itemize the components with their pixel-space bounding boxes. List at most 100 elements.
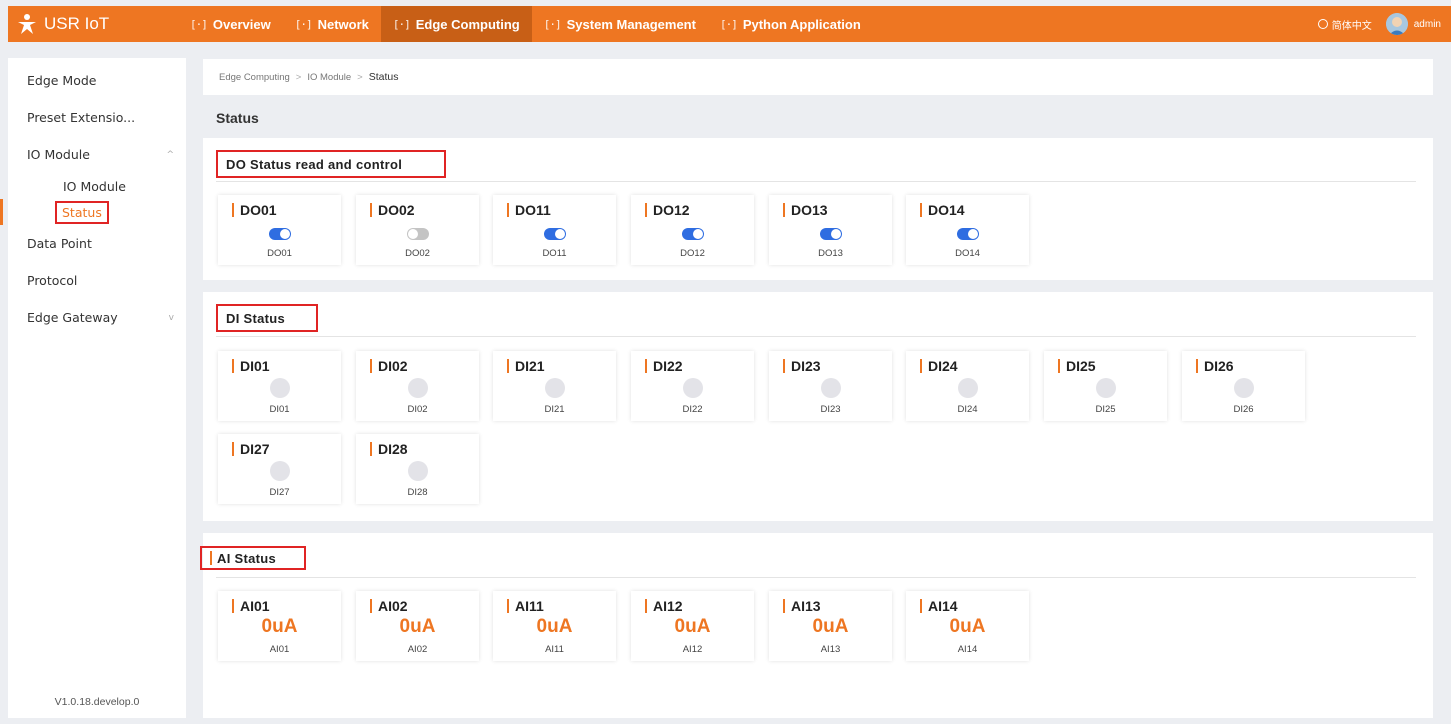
page-title: Status — [216, 110, 259, 126]
ai-value: 0uA — [399, 616, 436, 637]
card-label: DO01 — [267, 248, 292, 259]
module-icon: [·] — [392, 17, 411, 31]
toggle-knob — [554, 229, 565, 239]
ai-card-ai01: AI01 0uA AI01 — [218, 591, 341, 661]
sidebar-subitem-label: IO Module — [63, 178, 126, 194]
sidebar-subitem-label: Status — [55, 200, 109, 224]
card-title: DO11 — [507, 202, 551, 218]
ai-section-title-text: AI Status — [217, 550, 277, 566]
language-switch[interactable]: 简体中文 — [1317, 17, 1372, 32]
avatar[interactable] — [1385, 13, 1408, 35]
di-status-indicator — [269, 461, 290, 481]
sidebar-item-label: Edge Mode — [27, 73, 97, 88]
brand-logo[interactable]: USR IoT — [8, 13, 178, 35]
sidebar-item-label: Preset Extensio... — [27, 110, 136, 125]
card-label: DO11 — [542, 248, 567, 259]
version-label: V1.0.18.develop.0 — [54, 696, 140, 708]
ai-value: 0uA — [536, 616, 573, 637]
di-card-di01: DI01 DI01 — [218, 351, 341, 421]
card-title: DI26 — [1196, 358, 1234, 374]
ai-value: 0uA — [949, 616, 986, 637]
usr-logo-icon — [16, 13, 38, 35]
di-status-indicator — [407, 378, 428, 398]
card-title: DI21 — [507, 358, 545, 374]
breadcrumb-item[interactable]: Edge Computing — [219, 72, 290, 83]
ai-card-ai12: AI12 0uA AI12 — [631, 591, 754, 661]
divider — [216, 336, 1416, 337]
do-card-do01: DO01 DO01 — [218, 195, 341, 265]
ai-card-ai11: AI11 0uA AI11 — [493, 591, 616, 661]
card-title: AI13 — [783, 598, 821, 614]
di-status-indicator — [544, 378, 565, 398]
card-label: DI28 — [407, 487, 428, 498]
card-label: DI24 — [957, 404, 978, 415]
card-title: AI01 — [232, 598, 270, 614]
nav-item-network[interactable]: [·] Network — [283, 6, 381, 42]
nav-item-label: System Management — [566, 16, 696, 32]
user-name[interactable]: admin — [1414, 19, 1441, 30]
sidebar-item-edge-gateway[interactable]: Edge Gateway v — [8, 299, 186, 336]
card-title: AI14 — [920, 598, 958, 614]
ai-card-ai13: AI13 0uA AI13 — [769, 591, 892, 661]
di-status-indicator — [682, 378, 703, 398]
do-toggle-switch[interactable] — [268, 228, 291, 240]
sidebar-subitem-io-module[interactable]: IO Module — [8, 173, 186, 199]
language-label: 简体中文 — [1331, 20, 1372, 32]
nav-item-label: Network — [317, 16, 369, 32]
card-label: DO02 — [405, 248, 430, 259]
nav-item-python-application[interactable]: [·] Python Application — [708, 6, 873, 42]
toggle-knob — [967, 229, 978, 239]
card-label: DI02 — [407, 404, 428, 415]
card-label: AI11 — [545, 644, 564, 655]
do-toggle-switch[interactable] — [956, 228, 979, 240]
do-toggle-switch[interactable] — [681, 228, 704, 240]
card-label: DO14 — [955, 248, 980, 259]
sidebar-item-data-point[interactable]: Data Point — [8, 225, 186, 262]
card-title: DO12 — [645, 202, 690, 218]
sidebar-item-protocol[interactable]: Protocol — [8, 262, 186, 299]
module-icon: [·] — [190, 17, 208, 31]
nav-item-label: Edge Computing — [415, 16, 520, 32]
ai-value: 0uA — [674, 616, 711, 637]
card-label: AI13 — [820, 644, 841, 655]
ai-value: 0uA — [812, 616, 849, 637]
sidebar-item-io-module[interactable]: IO Module ^ — [8, 136, 186, 173]
di-card-di02: DI02 DI02 — [356, 351, 479, 421]
card-label: DI25 — [1095, 404, 1116, 415]
breadcrumb-item[interactable]: IO Module — [307, 72, 351, 83]
card-label: DI26 — [1233, 404, 1254, 415]
card-label: DO13 — [818, 248, 843, 259]
card-title: DI25 — [1058, 358, 1096, 374]
ai-card-ai14: AI14 0uA AI14 — [906, 591, 1029, 661]
di-card-di25: DI25 DI25 — [1044, 351, 1167, 421]
di-status-panel: DI Status DI01 DI01 DI02 DI02 DI21 DI21 DI22 DI… — [203, 292, 1433, 521]
card-label: DI22 — [682, 404, 703, 415]
card-title: DO02 — [370, 202, 415, 218]
di-card-di23: DI23 DI23 — [769, 351, 892, 421]
breadcrumb-separator: > — [295, 71, 302, 83]
sidebar-item-label: Protocol — [27, 273, 78, 288]
card-title: DI22 — [645, 358, 683, 374]
nav-item-label: Python Application — [742, 16, 861, 32]
sidebar-subitem-status[interactable]: Status — [0, 199, 186, 225]
do-toggle-switch[interactable] — [543, 228, 566, 240]
di-status-indicator — [957, 378, 978, 398]
card-title: AI02 — [370, 598, 408, 614]
do-card-do13: DO13 DO13 — [769, 195, 892, 265]
do-section-title: DO Status read and control — [216, 150, 446, 178]
ai-status-panel: AI Status AI01 0uA AI01 AI02 0uA AI02 AI11 0uA A… — [200, 533, 1433, 718]
nav-item-edge-computing[interactable]: [·] Edge Computing — [380, 6, 532, 42]
nav-item-system-management[interactable]: [·] System Management — [532, 6, 708, 42]
nav-item-overview[interactable]: [·] Overview — [178, 6, 283, 42]
toggle-knob — [279, 229, 290, 239]
brand-name: USR IoT — [44, 14, 110, 33]
sidebar-item-preset-extension[interactable]: Preset Extensio... — [8, 99, 186, 136]
card-title: AI12 — [645, 598, 683, 614]
sidebar-item-edge-mode[interactable]: Edge Mode — [8, 62, 186, 99]
card-label: AI01 — [269, 644, 290, 655]
module-icon: [·] — [294, 17, 313, 31]
do-toggle-switch[interactable] — [406, 228, 429, 240]
do-card-do11: DO11 DO11 — [493, 195, 616, 265]
do-toggle-switch[interactable] — [819, 228, 842, 240]
card-title: DI27 — [232, 441, 270, 457]
